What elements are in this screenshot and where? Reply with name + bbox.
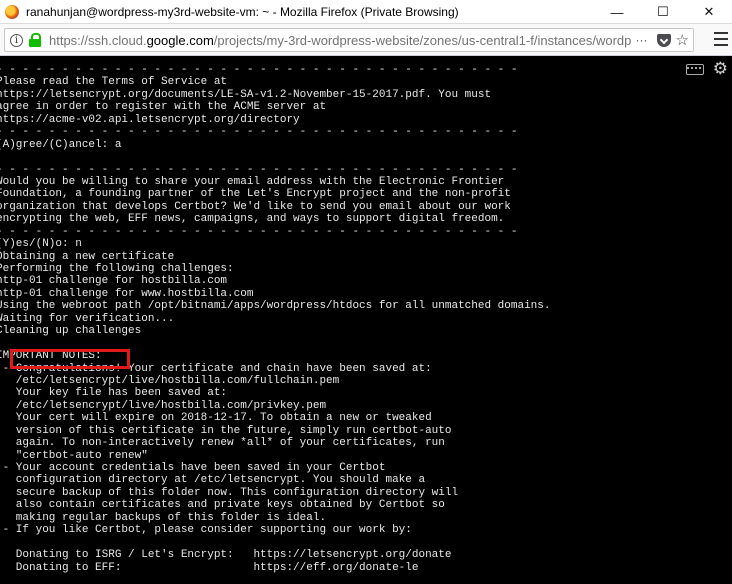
terminal-line: Donating to ISRG / Let's Encrypt: https:… (0, 549, 452, 562)
url-text[interactable]: https://ssh.cloud.google.com/projects/my… (49, 33, 632, 48)
window-titlebar: ranahunjan@wordpress-my3rd-website-vm: ~… (0, 0, 732, 24)
terminal-line: - If you like Certbot, please consider s… (0, 524, 412, 537)
terminal-line: Foundation, a founding partner of the Le… (0, 188, 511, 201)
terminal-line: Please read the Terms of Service at (0, 76, 228, 89)
terminal-line: - - - - - - - - - - - - - - - - - - - - … (0, 126, 518, 139)
terminal-line: again. To non-interactively renew *all* … (0, 437, 445, 450)
terminal-line: (A)gree/(C)ancel: a (0, 138, 122, 151)
terminal-line: Your cert will expire on 2018-12-17. To … (0, 412, 432, 425)
terminal-line: secure backup of this folder now. This c… (0, 486, 459, 499)
navigation-bar: i https://ssh.cloud.google.com/projects/… (0, 24, 732, 56)
terminal-line: http-01 challenge for www.hostbilla.com (0, 287, 254, 300)
terminal-line: https://acme-v02.api.letsencrypt.org/dir… (0, 113, 300, 126)
terminal-line: version of this certificate in the futur… (0, 424, 452, 437)
ssh-terminal[interactable]: - - - - - - - - - - - - - - - - - - - - … (0, 56, 732, 584)
terminal-line: - - - - - - - - - - - - - - - - - - - - … (0, 225, 518, 238)
maximize-button[interactable]: ☐ (640, 0, 686, 24)
terminal-line: Obtaining a new certificate (0, 250, 175, 263)
terminal-line: - - - - - - - - - - - - - - - - - - - - … (0, 163, 518, 176)
keyboard-icon[interactable] (686, 64, 704, 75)
url-bar[interactable]: i https://ssh.cloud.google.com/projects/… (4, 28, 694, 52)
terminal-line: Cleaning up challenges (0, 325, 142, 338)
page-actions-button[interactable]: ··· (636, 33, 648, 47)
terminal-line: - - - - - - - - - - - - - - - - - - - - … (0, 64, 518, 76)
terminal-line: http-01 challenge for hostbilla.com (0, 275, 228, 288)
terminal-line: Using the webroot path /opt/bitnami/apps… (0, 300, 551, 313)
info-icon[interactable]: i (10, 33, 23, 47)
firefox-icon (5, 4, 19, 19)
pocket-icon[interactable] (656, 33, 671, 47)
star-icon[interactable]: ☆ (676, 31, 689, 49)
window-title: ranahunjan@wordpress-my3rd-website-vm: ~… (26, 4, 459, 19)
congratulations-highlight (10, 349, 130, 369)
terminal-line: (Y)es/(N)o: n (0, 238, 82, 251)
terminal-line: Would you be willing to share your email… (0, 175, 505, 188)
terminal-line: making regular backups of this folder is… (0, 511, 327, 524)
terminal-line: also contain certificates and private ke… (0, 499, 445, 512)
terminal-line: "certbot-auto renew" (0, 449, 148, 462)
url-path: /projects/my-3rd-wordpress-website/zones… (213, 32, 632, 48)
lock-icon[interactable] (29, 33, 41, 47)
url-prefix: https://ssh.cloud. (49, 32, 147, 48)
terminal-line: agree in order to register with the ACME… (0, 101, 327, 114)
close-button[interactable]: ✕ (686, 0, 732, 24)
url-host: google.com (146, 32, 214, 48)
terminal-line: /etc/letsencrypt/live/hostbilla.com/full… (0, 374, 340, 387)
terminal-line: - Your account credentials have been sav… (0, 462, 386, 474)
gear-icon[interactable]: ⚙ (713, 60, 728, 78)
terminal-line: organization that develops Certbot? We'd… (0, 200, 511, 213)
minimize-button[interactable]: — (594, 0, 640, 24)
terminal-line: https://letsencrypt.org/documents/LE-SA-… (0, 88, 492, 101)
terminal-output: - - - - - - - - - - - - - - - - - - - - … (0, 64, 551, 584)
terminal-line: Donating to EFF: https://eff.org/donate-… (0, 561, 419, 574)
terminal-line: Performing the following challenges: (0, 263, 234, 275)
terminal-line: /etc/letsencrypt/live/hostbilla.com/priv… (0, 399, 327, 412)
window-controls: — ☐ ✕ (594, 0, 732, 24)
terminal-line: encrypting the web, EFF news, campaigns,… (0, 213, 505, 226)
menu-icon[interactable] (714, 32, 728, 46)
terminal-line: Waiting for verification... (0, 312, 175, 325)
terminal-line: configuration directory at /etc/letsencr… (0, 474, 426, 487)
terminal-line: Your key file has been saved at: (0, 387, 228, 400)
